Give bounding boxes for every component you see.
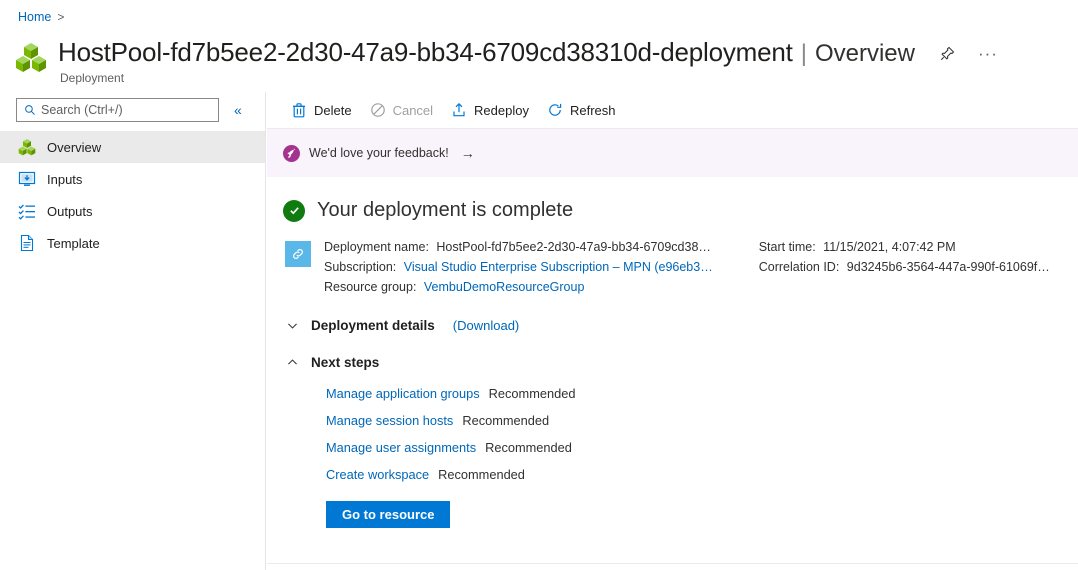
list-item: Manage session hosts Recommended bbox=[326, 413, 1078, 428]
arrow-right-icon: → bbox=[460, 145, 475, 161]
summary-right-column: Start time: 11/15/2021, 4:07:42 PM Corre… bbox=[759, 239, 1050, 296]
redeploy-icon bbox=[453, 102, 465, 117]
deployment-name-value: HostPool-fd7b5ee2-2d30-47a9-bb34-6709cd3… bbox=[436, 240, 711, 254]
breadcrumb-home[interactable]: Home bbox=[18, 10, 51, 24]
sidebar-item-label: Overview bbox=[47, 139, 102, 155]
more-options-icon[interactable]: ··· bbox=[977, 43, 999, 65]
cancel-icon bbox=[370, 103, 385, 117]
sidebar-item-template[interactable]: Template bbox=[0, 227, 265, 259]
inputs-icon bbox=[18, 171, 36, 186]
feedback-text: We'd love your feedback! bbox=[309, 146, 449, 160]
detail-row: Resource group: VembuDemoResourceGroup bbox=[324, 279, 713, 296]
deployment-details-header[interactable]: Deployment details (Download) bbox=[286, 318, 1078, 333]
success-check-icon bbox=[283, 199, 305, 222]
sidebar-item-label: Inputs bbox=[47, 171, 83, 187]
deployment-name-label: Deployment name: bbox=[324, 240, 429, 254]
breadcrumb: Home > bbox=[18, 10, 64, 24]
cubes-icon bbox=[18, 139, 36, 156]
search-box[interactable] bbox=[16, 98, 219, 122]
next-step-link[interactable]: Manage session hosts bbox=[326, 413, 453, 428]
page-title-row: HostPool-fd7b5ee2-2d30-47a9-bb34-6709cd3… bbox=[14, 36, 999, 85]
collapse-menu-icon[interactable]: « bbox=[231, 101, 245, 119]
azure-portal-blade: Home > HostPool-fd7b5ee2-2d30-47a9-bb34-… bbox=[0, 0, 1078, 570]
command-bar: Delete Cancel Redeploy Refresh bbox=[267, 92, 1078, 129]
next-steps-title: Next steps bbox=[311, 355, 380, 370]
resource-group-label: Resource group: bbox=[324, 280, 417, 294]
trash-icon bbox=[293, 103, 305, 118]
resource-group-value-link[interactable]: VembuDemoResourceGroup bbox=[424, 280, 585, 294]
chevron-up-icon bbox=[288, 359, 297, 365]
page-subtitle: Overview bbox=[814, 40, 915, 67]
deployment-status-title: Your deployment is complete bbox=[317, 199, 574, 221]
redeploy-label: Redeploy bbox=[474, 102, 529, 118]
refresh-label: Refresh bbox=[569, 102, 616, 118]
breadcrumb-separator-icon: > bbox=[57, 10, 65, 24]
next-step-tag: Recommended bbox=[488, 386, 576, 401]
deployment-status-row: Your deployment is complete bbox=[283, 199, 1078, 222]
list-item: Create workspace Recommended bbox=[326, 467, 1078, 482]
next-step-tag: Recommended bbox=[462, 413, 550, 428]
download-link[interactable]: (Download) bbox=[453, 318, 519, 333]
start-time-value: 11/15/2021, 4:07:42 PM bbox=[823, 240, 956, 254]
subscription-label: Subscription: bbox=[324, 260, 397, 274]
start-time-label: Start time: bbox=[758, 240, 816, 254]
delete-label: Delete bbox=[314, 102, 352, 118]
detail-row: Subscription: Visual Studio Enterprise S… bbox=[324, 259, 713, 276]
deployment-summary: Deployment name: HostPool-fd7b5ee2-2d30-… bbox=[283, 239, 1078, 296]
refresh-button[interactable]: Refresh bbox=[539, 96, 626, 124]
correlation-id-label: Correlation ID: bbox=[758, 260, 840, 274]
sidebar-item-label: Template bbox=[47, 235, 100, 251]
redeploy-button[interactable]: Redeploy bbox=[443, 96, 539, 124]
sidebar-item-inputs[interactable]: Inputs bbox=[0, 163, 265, 195]
deployment-details-title: Deployment details bbox=[311, 318, 435, 333]
list-item: Manage application groups Recommended bbox=[326, 386, 1078, 401]
go-to-resource-button[interactable]: Go to resource bbox=[326, 501, 451, 528]
sidebar-item-overview[interactable]: Overview bbox=[0, 131, 265, 163]
detail-row: Correlation ID: 9d3245b6-3564-447a-990f-… bbox=[759, 259, 1050, 276]
cancel-label: Cancel bbox=[392, 102, 434, 118]
feedback-link[interactable]: We'd love your feedback! → bbox=[283, 144, 475, 162]
resource-menu: « Overview bbox=[0, 92, 266, 570]
sidebar-item-outputs[interactable]: Outputs bbox=[0, 195, 265, 227]
next-steps-list: Manage application groups Recommended Ma… bbox=[286, 386, 1078, 482]
rocket-icon bbox=[283, 144, 300, 162]
search-input[interactable] bbox=[41, 103, 201, 117]
next-steps-section: Next steps Manage application groups Rec… bbox=[283, 355, 1078, 528]
chevron-down-icon bbox=[288, 323, 297, 329]
title-separator: | bbox=[800, 40, 807, 67]
delete-button[interactable]: Delete bbox=[283, 96, 362, 124]
menu-search-row: « bbox=[0, 92, 265, 122]
correlation-id-value: 9d3245b6-3564-447a-990f-61069f… bbox=[846, 260, 1050, 274]
next-step-link[interactable]: Manage user assignments bbox=[326, 440, 476, 455]
deployment-link-icon bbox=[285, 241, 311, 267]
deployment-body: Your deployment is complete Deployment n… bbox=[267, 177, 1078, 528]
next-step-link[interactable]: Manage application groups bbox=[326, 386, 480, 401]
sidebar-item-label: Outputs bbox=[47, 203, 93, 219]
deployment-cubes-icon bbox=[16, 43, 46, 72]
refresh-icon bbox=[549, 103, 562, 116]
template-icon bbox=[20, 234, 34, 252]
page-title: HostPool-fd7b5ee2-2d30-47a9-bb34-6709cd3… bbox=[58, 37, 793, 67]
next-step-tag: Recommended bbox=[485, 440, 572, 455]
pin-icon[interactable] bbox=[937, 43, 959, 65]
menu-items: Overview Inputs Outputs Template bbox=[0, 131, 265, 259]
next-step-link[interactable]: Create workspace bbox=[326, 467, 429, 482]
deployment-details-section: Deployment details (Download) bbox=[283, 318, 1078, 333]
outputs-icon bbox=[18, 204, 35, 220]
subscription-value-link[interactable]: Visual Studio Enterprise Subscription – … bbox=[404, 260, 713, 274]
list-item: Manage user assignments Recommended bbox=[326, 440, 1078, 455]
content-area: Delete Cancel Redeploy Refresh We'd love… bbox=[267, 92, 1078, 570]
bottom-divider bbox=[267, 563, 1078, 564]
detail-row: Deployment name: HostPool-fd7b5ee2-2d30-… bbox=[324, 239, 713, 256]
next-step-tag: Recommended bbox=[438, 467, 525, 482]
search-icon bbox=[25, 105, 35, 115]
detail-row: Start time: 11/15/2021, 4:07:42 PM bbox=[759, 239, 1050, 256]
summary-left-column: Deployment name: HostPool-fd7b5ee2-2d30-… bbox=[324, 239, 713, 296]
next-steps-header[interactable]: Next steps bbox=[286, 355, 1078, 370]
cancel-button: Cancel bbox=[362, 96, 443, 124]
resource-type-label: Deployment bbox=[60, 71, 125, 85]
feedback-banner: We'd love your feedback! → bbox=[267, 129, 1078, 177]
